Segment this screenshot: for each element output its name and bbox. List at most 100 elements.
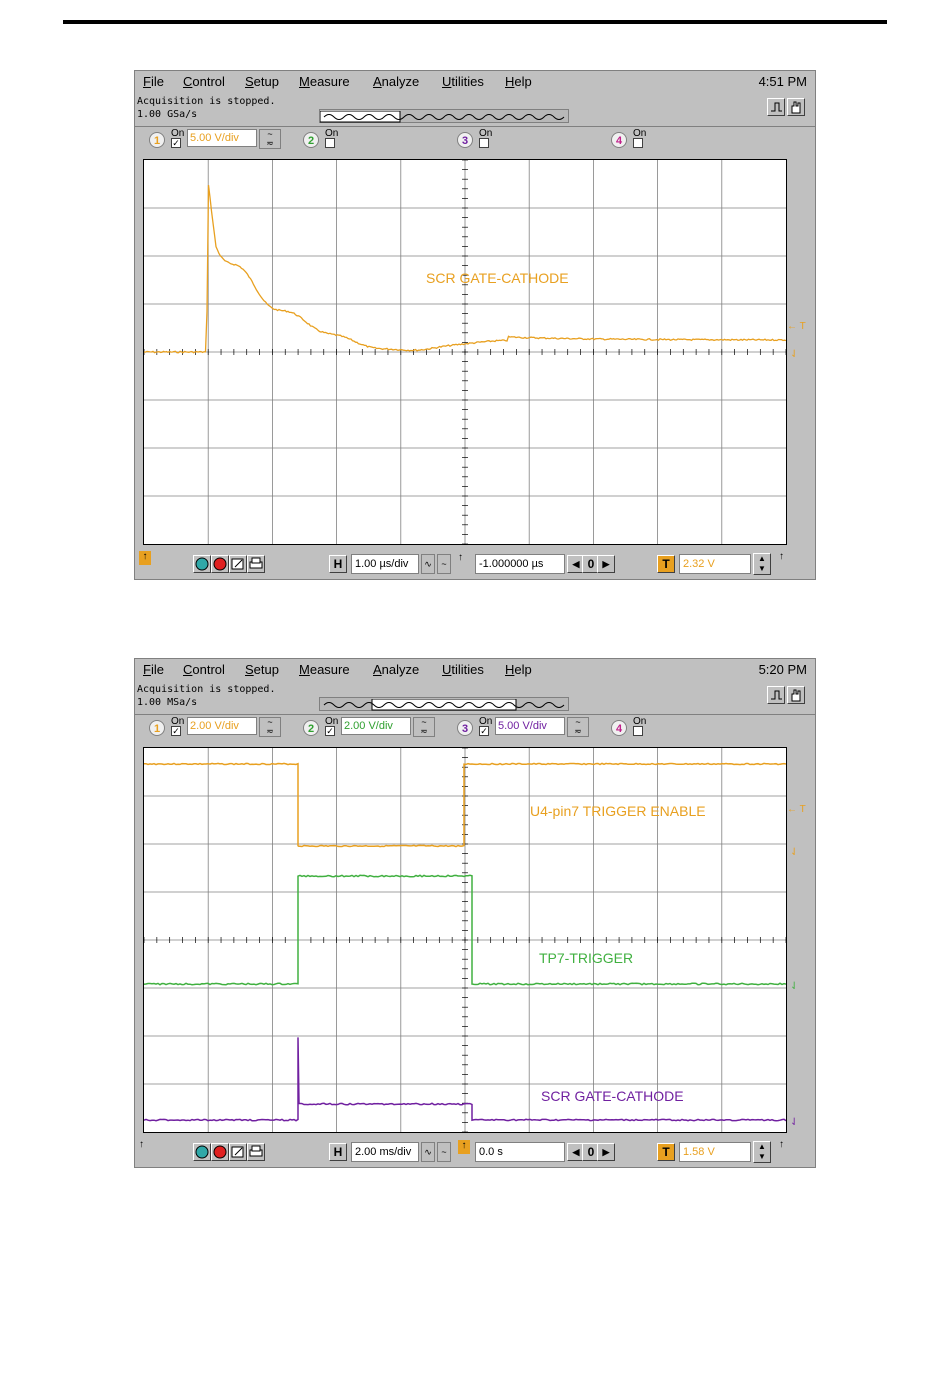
channel-2-vdiv[interactable]: 2.00 V/div [341,717,411,735]
channel-1-button[interactable]: 1 [149,720,165,736]
channel-2-ground-marker: ⇃ [790,981,799,992]
timebase-coarse-button[interactable]: ~ [437,554,451,574]
menu-setup[interactable]: Setup [245,662,279,677]
horizontal-button[interactable]: H [329,555,347,573]
channel-3-vdiv[interactable]: 5.00 V/div [495,717,565,735]
menu-measure[interactable]: Measure [299,662,350,677]
menu-measure[interactable]: Measure [299,74,350,89]
menu-setup[interactable]: Setup [245,74,279,89]
menu-control[interactable]: Control [183,662,225,677]
print-icon[interactable] [247,555,265,573]
channel-1-vdiv[interactable]: 2.00 V/div [187,717,257,735]
channel-4-checkbox[interactable] [633,726,643,736]
scroll-up-icon[interactable]: ↑ [139,1139,144,1150]
channel-1-coupling[interactable]: ~ ≂ [259,129,281,149]
channel-1-vdiv[interactable]: 5.00 V/div [187,129,257,147]
channel-1-checkbox[interactable]: ✓ [171,138,181,148]
trace-label-scr-gate-cathode: SCR GATE-CATHODE [426,270,569,286]
trace-label-tp7-trigger: TP7-TRIGGER [539,950,634,966]
red-circle-button[interactable] [211,555,229,573]
channel-3-coupling[interactable]: ~ ≂ [567,717,589,737]
print-icon[interactable] [247,1143,265,1161]
menu-analyze[interactable]: Analyze [373,662,419,677]
channel-1-coupling[interactable]: ~ ≂ [259,717,281,737]
trigger-level-spinner[interactable]: ▲ ▼ [753,553,771,575]
menu-help[interactable]: Help [505,662,532,677]
channel-3-ground-marker: ⇃ [790,1117,799,1128]
clock: 4:51 PM [758,74,807,89]
trigger-level-field[interactable]: 1.58 V [679,1142,751,1162]
delay-ref-icon: ↑ [458,1140,470,1154]
edit-icon[interactable] [229,555,247,573]
channel-1-button[interactable]: 1 [149,132,165,148]
status-line-1: Acquisition is stopped. [137,96,276,107]
acquisition-status: Acquisition is stopped. 1.00 MSa/s [137,683,275,709]
delay-field[interactable]: -1.000000 µs [475,554,565,574]
menu-utilities[interactable]: Utilities [442,662,484,677]
timebase-fine-button[interactable]: ∿ [421,1142,435,1162]
channel-1-checkbox[interactable]: ✓ [171,726,181,736]
menu-utilities[interactable]: Utilities [442,74,484,89]
channel-1-ground-marker: ⇃ [790,349,799,360]
acquisition-status: Acquisition is stopped. 1.00 GSa/s [137,95,275,121]
channel-2-checkbox[interactable]: ✓ [325,726,335,736]
channel-1-ground-marker: ⇃ [790,847,799,858]
red-circle-button[interactable] [211,1143,229,1161]
channel-2-button[interactable]: 2 [303,132,319,148]
hand-icon[interactable] [787,98,805,116]
channel-2-button[interactable]: 2 [303,720,319,736]
oscilloscope-window-1: File Control Setup Measure Analyze Utili… [134,70,816,580]
menu-help[interactable]: Help [505,74,532,89]
scroll-right-icon[interactable]: ↑ [779,1139,784,1150]
cyan-circle-button[interactable] [193,1143,211,1161]
sample-rate: 1.00 MSa/s [137,697,198,708]
scroll-right-icon[interactable]: ↑ [779,551,784,562]
run-stop-button[interactable] [767,686,785,704]
timebase-coarse-button[interactable]: ~ [437,1142,451,1162]
channel-2-checkbox[interactable] [325,138,335,148]
timebase-field[interactable]: 2.00 ms/div [351,1142,419,1162]
delay-field[interactable]: 0.0 s [475,1142,565,1162]
waveform-display: SCR GATE-CATHODE [143,159,787,545]
channel-2-coupling[interactable]: ~ ≂ [413,717,435,737]
memory-bar [319,697,569,711]
menu-control[interactable]: Control [183,74,225,89]
channel-4-button[interactable]: 4 [611,720,627,736]
channel-3-checkbox[interactable] [479,138,489,148]
delay-ref-icon: ↑ [458,552,463,563]
scroll-up-icon[interactable]: ↑ [139,551,151,565]
channel-4-checkbox[interactable] [633,138,643,148]
timebase-fine-button[interactable]: ∿ [421,554,435,574]
page-top-rule [63,20,887,24]
trigger-level-spinner[interactable]: ▲ ▼ [753,1141,771,1163]
hand-icon[interactable] [787,686,805,704]
channel-3-checkbox[interactable]: ✓ [479,726,489,736]
memory-bar [319,109,569,123]
timebase-field[interactable]: 1.00 µs/div [351,554,419,574]
trace-channel-2 [144,874,786,986]
menu-file[interactable]: File [143,662,164,677]
channel-3-button[interactable]: 3 [457,132,473,148]
trigger-button[interactable]: T [657,555,675,573]
channel-bar: 1 On ✓ 5.00 V/div ~ ≂ 2 On 3 On 4 On [135,126,815,153]
cyan-circle-button[interactable] [193,555,211,573]
bottom-toolbar: ↑ H 2.00 ms/div ∿ ~ ↑ 0.0 s ◀ 0 ▶ T 1.58… [135,1137,815,1167]
clock: 5:20 PM [758,662,807,677]
channel-4-button[interactable]: 4 [611,132,627,148]
run-stop-button[interactable] [767,98,785,116]
delay-right-button[interactable]: ▶ [597,555,615,573]
trace-label-trigger-enable: U4-pin7 TRIGGER ENABLE [530,803,706,819]
delay-right-button[interactable]: ▶ [597,1143,615,1161]
trigger-button[interactable]: T [657,1143,675,1161]
waveform-display: U4-pin7 TRIGGER ENABLE TP7-TRIGGER SCR G… [143,747,787,1133]
trigger-level-field[interactable]: 2.32 V [679,554,751,574]
bottom-toolbar: ↑ H 1.00 µs/div ∿ ~ ↑ -1.000000 µs ◀ 0 ▶… [135,549,815,579]
oscilloscope-window-2: File Control Setup Measure Analyze Utili… [134,658,816,1168]
menu-file[interactable]: File [143,74,164,89]
channel-3-button[interactable]: 3 [457,720,473,736]
horizontal-button[interactable]: H [329,1143,347,1161]
menu-analyze[interactable]: Analyze [373,74,419,89]
status-line-1: Acquisition is stopped. [137,684,276,695]
channel-bar: 1 On ✓ 2.00 V/div ~ ≂ 2 On ✓ 2.00 V/div ~… [135,714,815,741]
edit-icon[interactable] [229,1143,247,1161]
